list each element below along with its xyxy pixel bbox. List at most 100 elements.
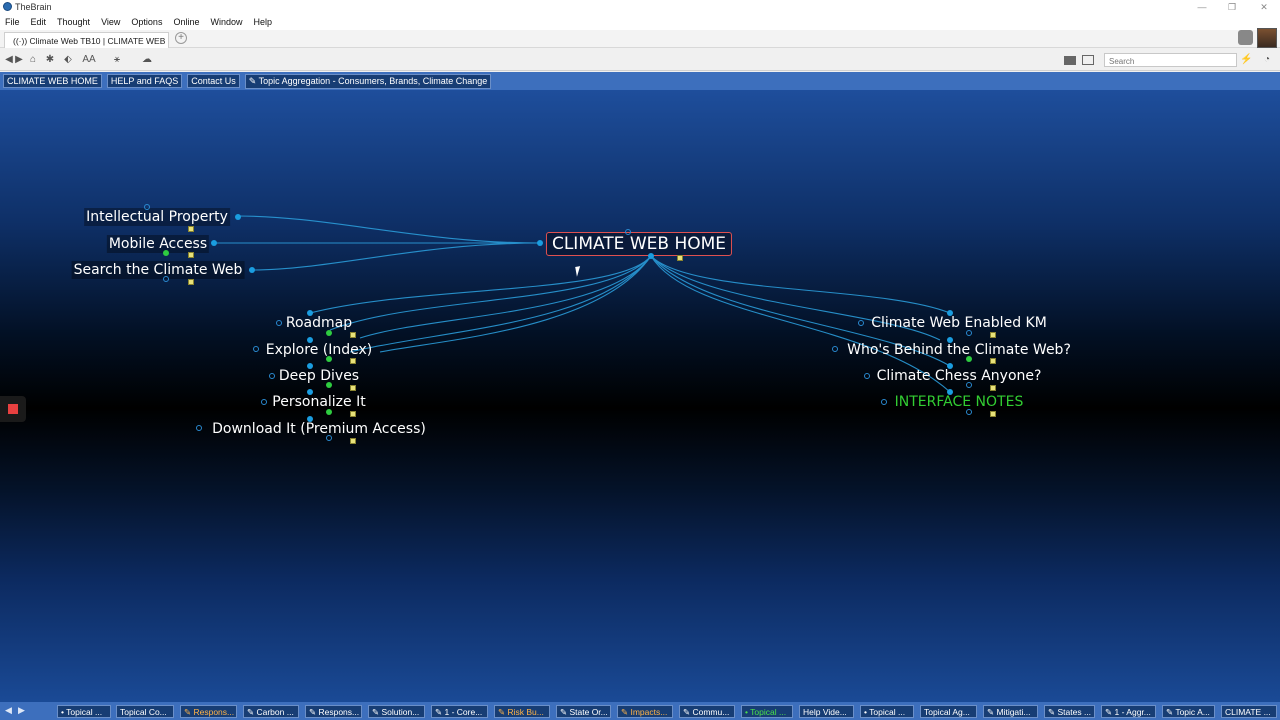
pinned-thought[interactable]: • Topical ... [860, 705, 914, 718]
thought-explore-index[interactable]: Explore (Index) [264, 341, 374, 359]
child-gate[interactable] [326, 356, 332, 362]
note-icon[interactable] [350, 438, 356, 444]
note-icon[interactable] [350, 358, 356, 364]
thought-whos-behind[interactable]: Who's Behind the Climate Web? [845, 341, 1073, 359]
note-icon[interactable] [350, 332, 356, 338]
thought-climate-web-enabled-km[interactable]: Climate Web Enabled KM [869, 314, 1049, 332]
pinned-thought[interactable]: Topical Ag... [920, 705, 977, 718]
pinned-thought[interactable]: Help Vide... [799, 705, 854, 718]
thought-gate-left[interactable] [537, 240, 543, 246]
central-thought[interactable]: CLIMATE WEB HOME [545, 232, 733, 256]
add-tab-icon[interactable]: + [175, 32, 187, 44]
parent-gate[interactable] [307, 389, 313, 395]
breadcrumb-topic-aggregation[interactable]: ✎ Topic Aggregation - Consumers, Brands,… [244, 73, 492, 89]
thought-search-climate-web[interactable]: Search the Climate Web [71, 261, 245, 279]
parent-gate[interactable] [307, 337, 313, 343]
note-icon[interactable] [677, 255, 683, 261]
thought-interface-notes[interactable]: INTERFACE NOTES [893, 393, 1026, 411]
thought-gate[interactable] [211, 240, 217, 246]
thought-gate[interactable] [144, 204, 150, 210]
tag-icon[interactable]: ⬖ [62, 54, 74, 66]
pinned-thought[interactable]: ✎ State Or... [556, 705, 611, 718]
font-size-icon[interactable]: AA [82, 54, 96, 66]
menu-options[interactable]: Options [131, 17, 162, 27]
pins-forward-icon[interactable]: ▶ [18, 705, 25, 716]
close-button[interactable]: ✕ [1250, 1, 1278, 13]
camera-icon[interactable] [1238, 30, 1253, 45]
menu-edit[interactable]: Edit [31, 17, 47, 27]
thought-intellectual-property[interactable]: Intellectual Property [84, 208, 230, 226]
parent-gate[interactable] [307, 363, 313, 369]
child-gate[interactable] [326, 382, 332, 388]
note-icon[interactable] [350, 385, 356, 391]
child-gate[interactable] [163, 276, 169, 282]
child-gate[interactable] [326, 435, 332, 441]
thought-gate[interactable] [276, 320, 282, 326]
pinned-thought[interactable]: ✎ Commu... [679, 705, 735, 718]
parent-gate[interactable] [307, 310, 313, 316]
thought-deep-dives[interactable]: Deep Dives [277, 367, 361, 385]
thought-gate[interactable] [253, 346, 259, 352]
thought-gate[interactable] [881, 399, 887, 405]
thought-gate-bottom[interactable] [648, 253, 654, 259]
note-icon[interactable] [350, 411, 356, 417]
note-icon[interactable] [188, 252, 194, 258]
thought-climate-chess[interactable]: Climate Chess Anyone? [875, 367, 1044, 385]
thought-personalize-it[interactable]: Personalize It [270, 393, 367, 411]
parent-gate[interactable] [947, 310, 953, 316]
note-icon[interactable] [990, 332, 996, 338]
pinned-thought[interactable]: • Topical ... [741, 705, 793, 718]
back-icon[interactable]: ◀ [4, 54, 14, 66]
breadcrumb-climate-web-home[interactable]: CLIMATE WEB HOME [3, 74, 102, 88]
parent-gate[interactable] [947, 389, 953, 395]
parent-gate[interactable] [947, 337, 953, 343]
note-icon[interactable] [990, 385, 996, 391]
note-icon[interactable] [990, 411, 996, 417]
pinned-thought[interactable]: ✎ States ... [1044, 705, 1095, 718]
restore-button[interactable]: ❐ [1218, 1, 1246, 13]
forward-icon[interactable]: ▶ [14, 54, 24, 66]
menu-view[interactable]: View [101, 17, 120, 27]
thought-gate-top[interactable] [625, 229, 631, 235]
home-icon[interactable]: ⌂ [27, 54, 39, 66]
thought-gate[interactable] [261, 399, 267, 405]
thought-gate[interactable] [864, 373, 870, 379]
sync-icon[interactable]: ⚡ [1240, 54, 1252, 66]
menu-online[interactable]: Online [173, 17, 199, 27]
breadcrumb-help-faqs[interactable]: HELP and FAQS [106, 74, 183, 88]
avatar[interactable] [1257, 28, 1277, 48]
thought-gate[interactable] [249, 267, 255, 273]
pinned-thought[interactable]: ✎ Topic A... [1162, 705, 1215, 718]
pinned-thought[interactable]: ✎ 1 - Aggr... [1101, 705, 1156, 718]
brain-icon[interactable]: ✱ [44, 54, 56, 66]
child-gate[interactable] [326, 409, 332, 415]
pinned-thought[interactable]: ✎ Mitigati... [983, 705, 1038, 718]
cloud-icon[interactable]: ☁ [140, 54, 154, 66]
pinned-thought[interactable]: ✎ Carbon ... [243, 705, 299, 718]
child-gate[interactable] [966, 356, 972, 362]
thought-gate[interactable] [269, 373, 275, 379]
parent-gate[interactable] [307, 416, 313, 422]
child-gate[interactable] [966, 382, 972, 388]
thought-roadmap[interactable]: Roadmap [284, 314, 354, 332]
tab-climate-web[interactable]: ((·)) Climate Web TB10 | CLIMATE WEB H..… [4, 32, 169, 48]
thought-download-it[interactable]: Download It (Premium Access) [210, 420, 428, 438]
note-icon[interactable] [188, 279, 194, 285]
pinned-thought[interactable]: CLIMATE ... [1221, 705, 1277, 718]
split-pane-icon[interactable] [1082, 55, 1094, 65]
breadcrumb-contact-us[interactable]: Contact Us [187, 74, 240, 88]
thought-gate[interactable] [196, 425, 202, 431]
child-gate[interactable] [966, 330, 972, 336]
pinned-thought[interactable]: • Topical ... [57, 705, 111, 718]
thought-gate[interactable] [235, 214, 241, 220]
minimize-button[interactable]: — [1188, 1, 1216, 13]
single-pane-icon[interactable] [1064, 56, 1076, 65]
plex-canvas[interactable]: CLIMATE WEB HOME Intellectual Property M… [0, 90, 1280, 702]
stop-icon[interactable] [0, 396, 26, 422]
thought-gate[interactable] [832, 346, 838, 352]
pinned-thought[interactable]: ✎ 1 - Core... [431, 705, 488, 718]
layout-icon[interactable]: ⚹ [110, 54, 124, 66]
menu-help[interactable]: Help [253, 17, 272, 27]
menu-file[interactable]: File [5, 17, 20, 27]
pins-back-icon[interactable]: ◀ [5, 705, 12, 716]
